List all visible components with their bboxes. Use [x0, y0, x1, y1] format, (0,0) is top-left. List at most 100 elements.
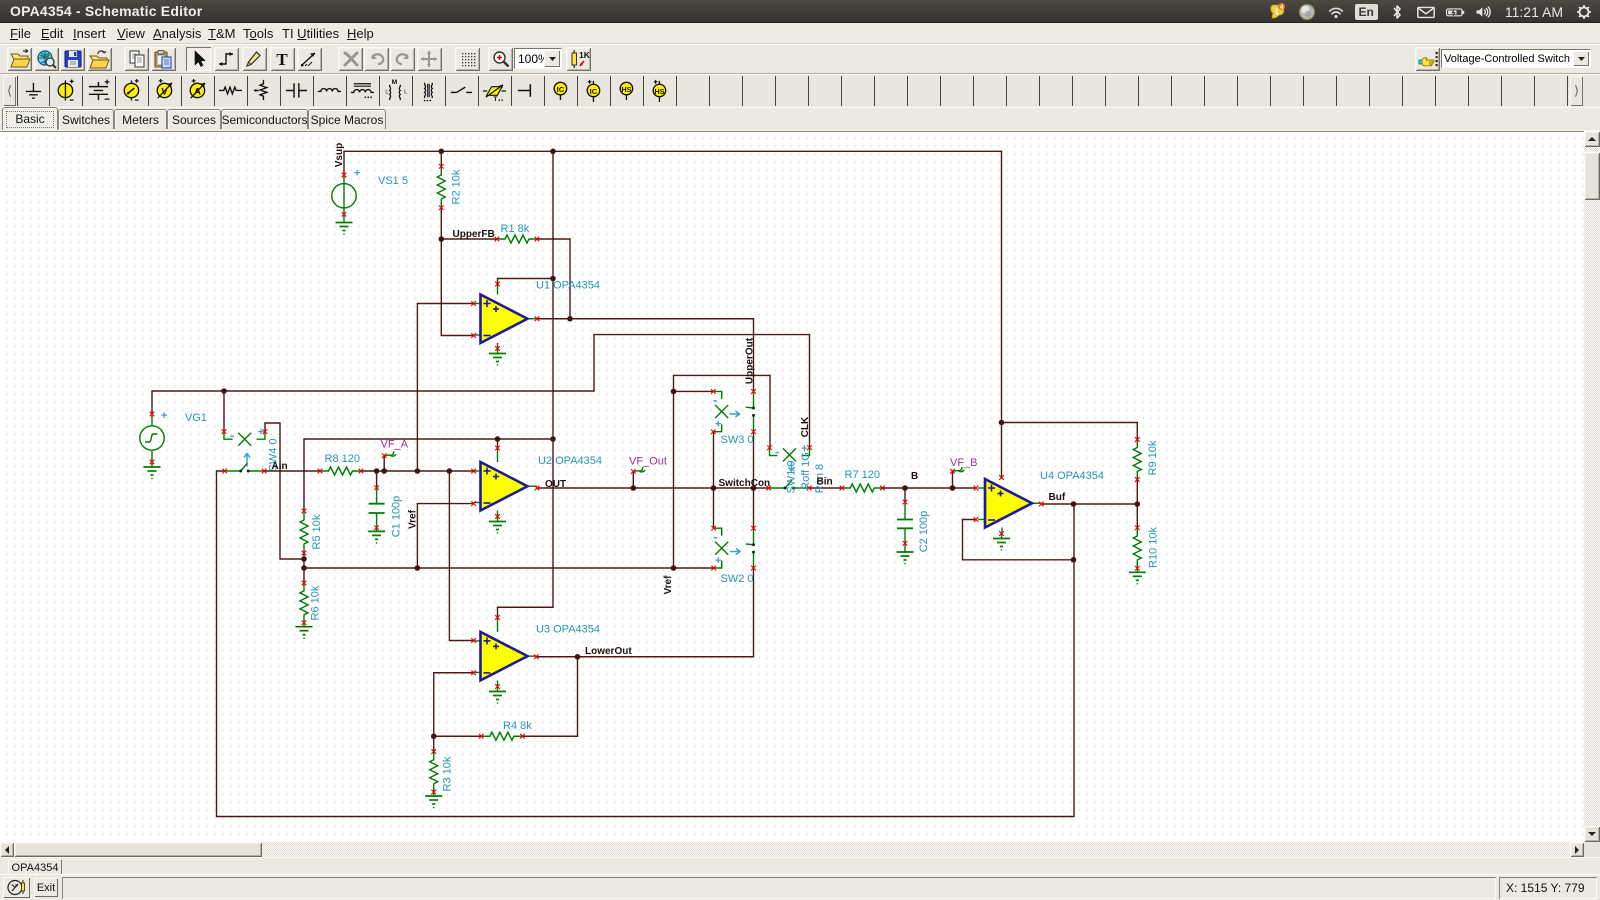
label-c2-100p[interactable]: C2 100p	[918, 511, 930, 553]
label-vsup[interactable]: Vsup	[334, 143, 345, 167]
label-upperfb[interactable]: UpperFB	[453, 229, 495, 240]
palette-tab-meters[interactable]: Meters	[114, 109, 167, 129]
vscroll-up-button[interactable]	[1584, 131, 1600, 147]
value-label-button[interactable]: 1K	[566, 47, 591, 71]
component-selector-combobox[interactable]: Voltage-Controlled Switch	[1441, 49, 1591, 68]
palette-tab-basic[interactable]: Basic	[2, 107, 58, 130]
label-sw2-0[interactable]: SW2 0	[721, 573, 754, 585]
palette-item-battery[interactable]	[83, 76, 116, 106]
palette-item-jumper[interactable]	[512, 76, 545, 106]
palette-item-capacitor[interactable]	[281, 76, 314, 106]
menu-insert[interactable]: Insert	[70, 25, 109, 42]
text-tool-button[interactable]: T	[270, 47, 295, 71]
label-vg1[interactable]: VG1	[185, 412, 207, 424]
vscroll-down-button[interactable]	[1584, 826, 1600, 842]
label-vf_a[interactable]: VF_A	[381, 439, 409, 451]
palette-item-voltage-controlled-resistor[interactable]: T	[479, 76, 512, 106]
label-vref[interactable]: Vref	[663, 575, 674, 595]
last-component-button[interactable]	[214, 47, 239, 71]
palette-tab-spice-macros[interactable]: Spice Macros	[308, 109, 386, 129]
palette-scroll-right-button[interactable]: ⟩	[1570, 76, 1583, 106]
label-upperout[interactable]: UpperOut	[745, 337, 756, 384]
move-origin-button[interactable]	[417, 47, 442, 71]
open-web-button[interactable]	[34, 47, 59, 71]
schematic-canvas[interactable]: ++++++VsupVS1 5R2 10kUpperFBR1 8kU1 OPA4…	[0, 131, 1584, 842]
hscroll-left-button[interactable]	[0, 842, 14, 857]
wire-tool-button[interactable]	[297, 47, 322, 71]
battery-icon[interactable]	[1445, 2, 1465, 22]
horizontal-scrollbar[interactable]	[0, 842, 1584, 857]
label-clk[interactable]: CLK	[800, 416, 811, 437]
palette-item-ground[interactable]	[17, 76, 50, 106]
paste-button[interactable]	[151, 47, 176, 71]
hscroll-right-button[interactable]	[1570, 842, 1584, 857]
label-lowerout[interactable]: LowerOut	[585, 646, 632, 657]
palette-item-ic-circle[interactable]: IC	[545, 76, 578, 106]
palette-item-resistor[interactable]	[215, 76, 248, 106]
palette-item-voltmeter[interactable]: V	[149, 76, 182, 106]
menu-t-m[interactable]: T&M	[205, 25, 238, 42]
label-vf_out[interactable]: VF_Out	[629, 456, 667, 468]
label-r2-10k[interactable]: R2 10k	[451, 169, 463, 204]
menu-file[interactable]: File	[7, 25, 34, 42]
palette-scroll-left-button[interactable]: ⟨	[3, 76, 16, 106]
label-bin[interactable]: Bin	[817, 477, 833, 488]
palette-item-ic-circle-plus[interactable]: IC	[578, 76, 611, 106]
wifi-icon[interactable]	[1326, 2, 1346, 22]
zoom-level-combobox[interactable]: 100%	[514, 48, 562, 69]
gear-icon[interactable]	[1574, 2, 1594, 22]
copy-button[interactable]	[124, 47, 149, 71]
label-r10-10k[interactable]: R10 10k	[1148, 527, 1160, 568]
label-r4-8k[interactable]: R4 8k	[503, 720, 532, 732]
label-r9-10k[interactable]: R9 10k	[1147, 440, 1159, 475]
label-c1-100p[interactable]: C1 100p	[391, 496, 403, 538]
label-r1-8k[interactable]: R1 8k	[501, 223, 530, 235]
vscroll-thumb[interactable]	[1584, 152, 1600, 200]
palette-item-ammeter[interactable]: A	[182, 76, 215, 106]
label-roff-1g[interactable]: Roff 1G	[800, 452, 812, 490]
label-ain[interactable]: Ain	[272, 461, 288, 472]
vertical-scrollbar[interactable]	[1584, 131, 1600, 842]
palette-item-inductor[interactable]	[314, 76, 347, 106]
bluetooth-icon[interactable]	[1387, 2, 1407, 22]
redo-button[interactable]	[390, 47, 415, 71]
label-sw1-0[interactable]: SW1 0	[786, 460, 798, 493]
keyboard-layout-indicator[interactable]: En	[1355, 4, 1378, 20]
schematic-drawing[interactable]: ++++++VsupVS1 5R2 10kUpperFBR1 8kU1 OPA4…	[0, 132, 1584, 843]
menu-tools[interactable]: Tools	[240, 25, 276, 42]
label-u2-opa4354[interactable]: U2 OPA4354	[538, 455, 602, 467]
palette-item-hs-circle-plus[interactable]: HS	[644, 76, 677, 106]
label-b[interactable]: B	[911, 471, 918, 482]
grid-toggle-button[interactable]	[455, 47, 480, 71]
sphere-icon[interactable]	[1297, 2, 1317, 22]
delete-button[interactable]	[338, 47, 363, 71]
menu-analysis[interactable]: Analysis	[150, 25, 204, 42]
palette-item-hs-circle[interactable]: HS	[611, 76, 644, 106]
label-r7-120[interactable]: R7 120	[845, 469, 880, 481]
draw-tool-button[interactable]	[242, 47, 267, 71]
palette-item-coupled-inductors[interactable]: MLL	[380, 76, 413, 106]
label-r3-10k[interactable]: R3 10k	[442, 756, 454, 791]
label-u4-opa4354[interactable]: U4 OPA4354	[1040, 470, 1104, 482]
label-vf_b[interactable]: VF_B	[950, 457, 978, 469]
palette-item-transformer[interactable]	[413, 76, 446, 106]
label-r6-10k[interactable]: R6 10k	[310, 585, 322, 620]
menu-view[interactable]: View	[114, 25, 148, 42]
menu-ti-utilities[interactable]: TI Utilities	[279, 25, 342, 42]
label-u3-opa4354[interactable]: U3 OPA4354	[536, 624, 600, 636]
document-tab-opa4354[interactable]: OPA4354	[8, 859, 62, 875]
label-sw3-0[interactable]: SW3 0	[721, 434, 754, 446]
label-r8-120[interactable]: R8 120	[325, 453, 360, 465]
chat-notification-icon[interactable]: 4	[1268, 2, 1288, 22]
palette-tab-switches[interactable]: Switches	[58, 109, 114, 129]
palette-item-potentiometer[interactable]	[248, 76, 281, 106]
zoom-dropdown-button[interactable]	[544, 50, 560, 67]
save-button[interactable]	[60, 47, 85, 71]
open-recent-button[interactable]	[87, 47, 112, 71]
palette-item-inductor-core[interactable]	[347, 76, 380, 106]
clock[interactable]: 11:21 AM	[1503, 4, 1565, 20]
palette-item-voltage-source[interactable]	[50, 76, 83, 106]
volume-icon[interactable]	[1474, 2, 1494, 22]
open-file-button[interactable]	[7, 47, 32, 71]
component-test-button[interactable]	[3, 877, 30, 898]
